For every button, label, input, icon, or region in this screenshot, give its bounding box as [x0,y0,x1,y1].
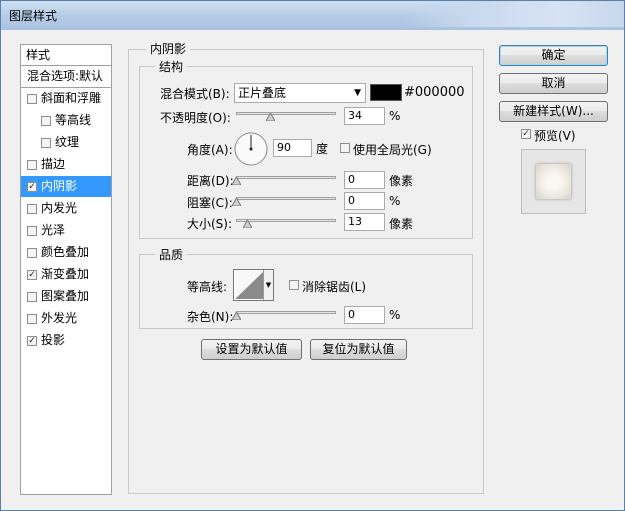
style-checkbox-color-overlay[interactable] [27,248,37,258]
layer-style-dialog: 图层样式 样式 混合选项:默认斜面和浮雕等高线纹理描边 ✓ 内阴影内发光光泽颜色叠加… [0,0,625,511]
style-label-bevel-emboss: 斜面和浮雕 [41,91,102,105]
distance-slider-track[interactable] [236,176,336,179]
style-label-outer-glow: 外发光 [41,311,78,325]
opacity-slider-track[interactable] [236,112,336,115]
style-item-drop-shadow[interactable]: ✓ 投影 [21,330,111,351]
style-checkbox-texture[interactable] [41,138,51,148]
style-item-stroke[interactable]: 描边 [21,154,111,175]
blend-mode-label: 混合模式(B): [160,87,230,101]
contour-label: 等高线: [187,280,228,294]
distance-slider-thumb[interactable] [232,177,241,185]
size-unit: 像素 [389,217,414,231]
structure-title: 结构 [155,58,188,75]
angle-dial[interactable] [233,131,269,167]
style-label-blending-options: 混合选项:默认 [27,69,104,83]
noise-label: 杂色(N): [187,310,234,324]
distance-unit: 像素 [389,174,414,188]
antialias-checkbox[interactable] [289,280,299,290]
style-checkbox-stroke[interactable] [27,160,37,170]
window-title: 图层样式 [9,9,58,23]
angle-input[interactable]: 90 [273,139,312,157]
style-checkbox-satin[interactable] [27,226,37,236]
style-item-inner-glow[interactable]: 内发光 [21,198,111,219]
noise-slider-track[interactable] [236,311,336,314]
style-label-contour: 等高线 [55,113,92,127]
choke-slider-track[interactable] [236,197,336,200]
angle-label: 角度(A): [187,143,233,157]
choke-unit: % [389,194,401,208]
inner-shadow-title: 内阴影 [146,40,191,57]
style-label-inner-shadow: 内阴影 [41,179,78,193]
style-label-stroke: 描边 [41,157,66,171]
style-label-color-overlay: 颜色叠加 [41,245,90,259]
angle-unit: 度 [316,142,329,156]
styles-list: 混合选项:默认斜面和浮雕等高线纹理描边 ✓ 内阴影内发光光泽颜色叠加 ✓ 渐变叠加图案叠… [20,66,112,495]
cancel-button[interactable]: 取消 [499,73,608,94]
preview-label: 预览(V) [534,129,576,143]
styles-header[interactable]: 样式 [20,44,112,66]
color-hex: #000000 [404,85,465,100]
style-checkbox-contour[interactable] [41,116,51,126]
style-item-color-overlay[interactable]: 颜色叠加 [21,242,111,263]
color-swatch[interactable] [370,84,402,101]
set-default-button[interactable]: 设置为默认值 [201,339,302,360]
style-item-blending-options[interactable]: 混合选项:默认 [21,66,111,88]
style-item-bevel-emboss[interactable]: 斜面和浮雕 [21,88,111,109]
global-light-label: 使用全局光(G) [353,143,432,157]
style-label-pattern-overlay: 图案叠加 [41,289,90,303]
style-item-outer-glow[interactable]: 外发光 [21,308,111,329]
global-light-checkbox[interactable] [340,143,350,153]
opacity-unit: % [389,109,401,123]
style-item-contour[interactable]: 等高线 [21,110,111,131]
preview-swatch [536,164,571,199]
style-item-satin[interactable]: 光泽 [21,220,111,241]
ok-button[interactable]: 确定 [499,45,608,66]
style-checkbox-outer-glow[interactable] [27,314,37,324]
style-checkbox-gradient-overlay[interactable]: ✓ [27,270,37,280]
title-bar[interactable]: 图层样式 [1,1,624,30]
antialias-label: 消除锯齿(L) [302,280,367,294]
style-label-gradient-overlay: 渐变叠加 [41,267,90,281]
reset-default-button[interactable]: 复位为默认值 [310,339,407,360]
choke-input[interactable]: 0 [344,192,385,210]
quality-title: 品质 [155,246,188,263]
style-item-gradient-overlay[interactable]: ✓ 渐变叠加 [21,264,111,285]
chevron-down-icon: ▼ [354,88,361,98]
style-label-texture: 纹理 [55,135,80,149]
window-controls-area [404,1,624,27]
new-style-button[interactable]: 新建样式(W)... [499,101,608,122]
choke-label: 阻塞(C): [187,196,233,210]
distance-label: 距离(D): [187,174,234,188]
size-input[interactable]: 13 [344,213,385,231]
size-label: 大小(S): [187,217,233,231]
distance-input[interactable]: 0 [344,171,385,189]
style-item-pattern-overlay[interactable]: 图案叠加 [21,286,111,307]
preview-thumbnail [521,149,586,214]
opacity-input[interactable]: 34 [344,107,385,125]
contour-picker[interactable]: ▼ [233,269,274,301]
preview-checkbox[interactable]: ✓ [521,129,531,139]
style-label-inner-glow: 内发光 [41,201,78,215]
contour-dropdown-icon: ▼ [263,270,273,300]
opacity-slider-thumb[interactable] [266,113,275,121]
style-checkbox-inner-glow[interactable] [27,204,37,214]
style-checkbox-drop-shadow[interactable]: ✓ [27,336,37,346]
choke-slider-thumb[interactable] [232,198,241,206]
style-checkbox-bevel-emboss[interactable] [27,94,37,104]
opacity-label: 不透明度(O): [160,111,231,125]
style-label-satin: 光泽 [41,223,66,237]
noise-slider-thumb[interactable] [232,312,241,320]
style-checkbox-inner-shadow[interactable]: ✓ [27,182,37,192]
style-label-drop-shadow: 投影 [41,333,66,347]
blend-mode-value: 正片叠底 [238,86,287,100]
size-slider-thumb[interactable] [243,220,252,228]
noise-input[interactable]: 0 [344,306,385,324]
style-item-inner-shadow[interactable]: ✓ 内阴影 [21,176,111,197]
style-checkbox-pattern-overlay[interactable] [27,292,37,302]
style-item-texture[interactable]: 纹理 [21,132,111,153]
noise-unit: % [389,308,401,322]
blend-mode-select[interactable]: 正片叠底 ▼ [234,83,366,103]
